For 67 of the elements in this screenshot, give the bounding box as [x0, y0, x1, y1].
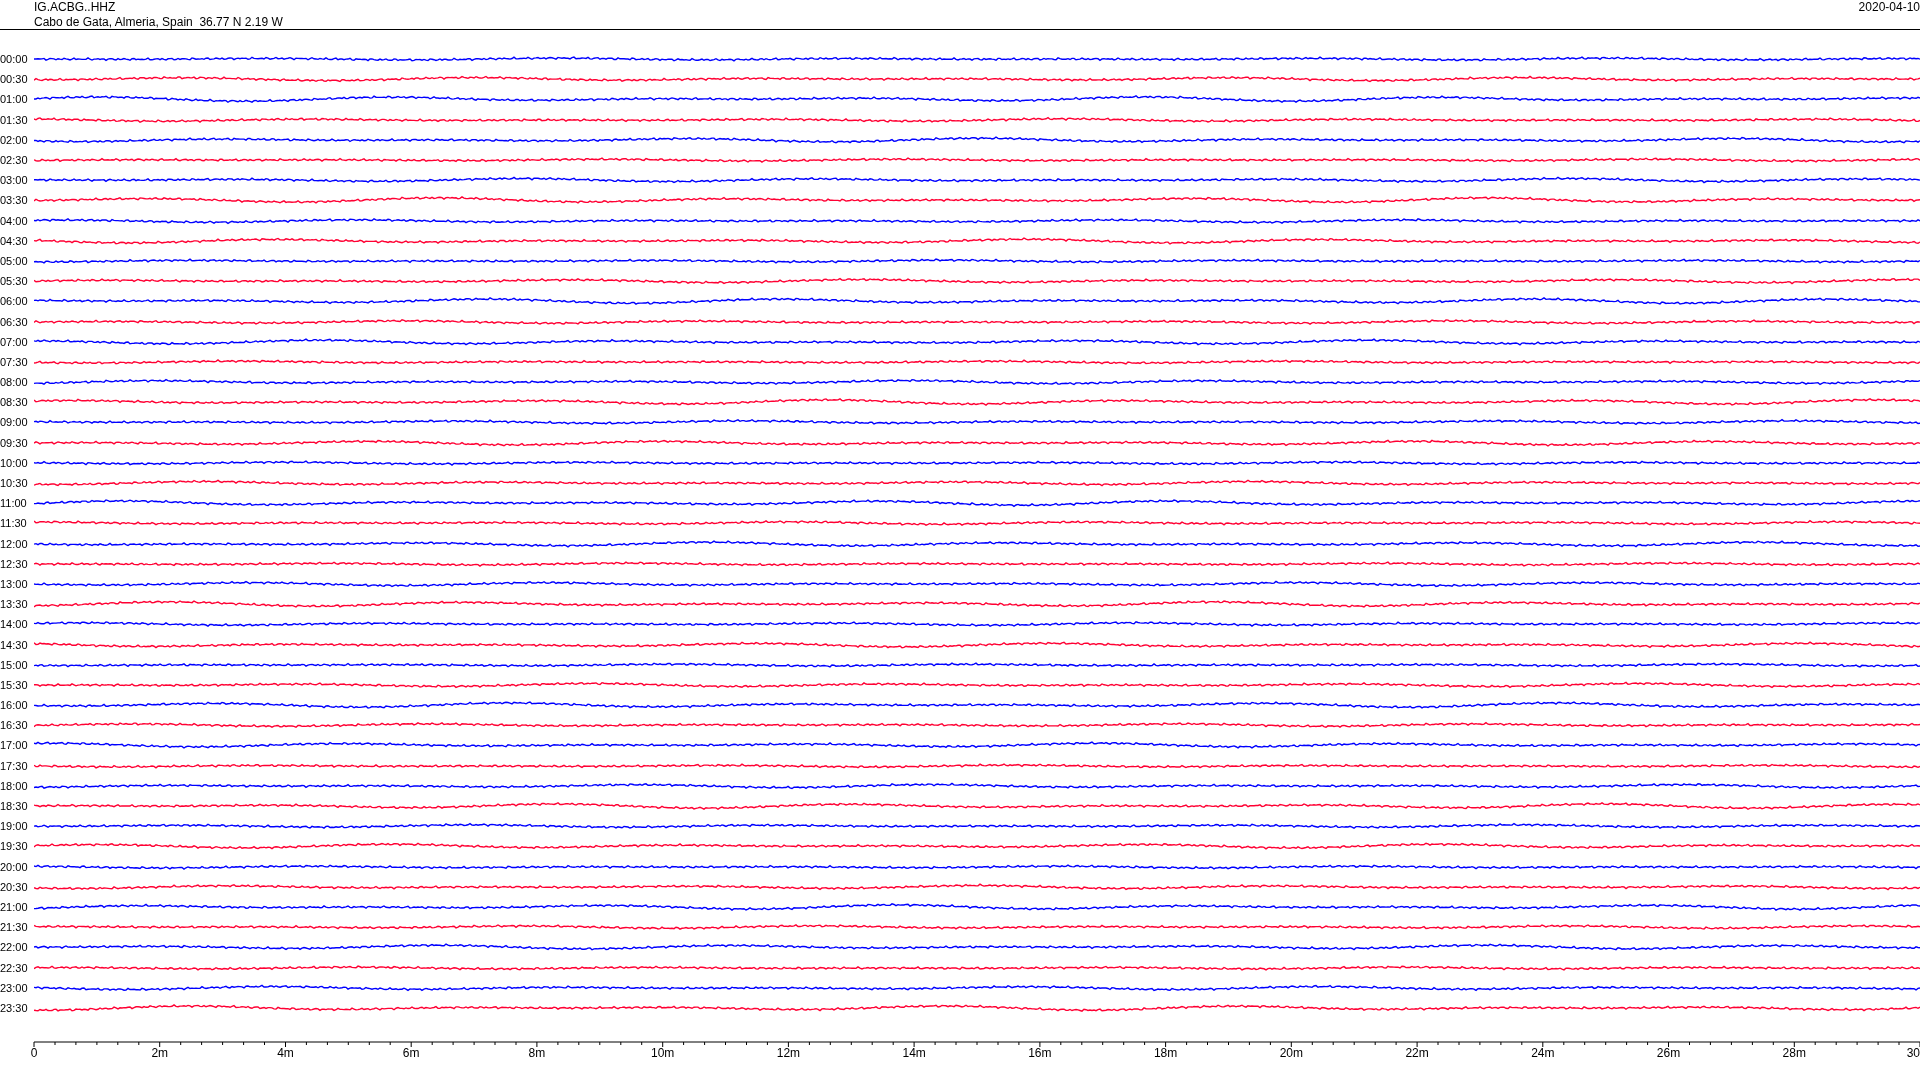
time-label: 00:30: [0, 73, 29, 86]
axis-label: 14m: [902, 1046, 926, 1060]
time-label: 03:30: [0, 194, 29, 207]
time-label: 14:00: [0, 618, 29, 631]
time-label: 08:00: [0, 376, 29, 389]
time-label: 11:00: [0, 497, 28, 510]
time-label: 22:30: [0, 961, 29, 974]
time-label: 10:30: [0, 477, 29, 490]
time-label: 03:00: [0, 174, 29, 187]
axis-label: 22m: [1405, 1046, 1429, 1060]
station-code: IG.ACBG..HHZ: [34, 0, 117, 15]
time-label: 21:00: [0, 900, 29, 913]
time-label: 18:30: [0, 800, 29, 813]
time-label: 15:00: [0, 658, 29, 671]
time-label: 17:00: [0, 739, 29, 752]
axis-label: 20m: [1279, 1046, 1303, 1060]
time-label: 05:00: [0, 254, 29, 267]
axis-label: 6m: [402, 1046, 420, 1060]
time-label: 12:00: [0, 537, 29, 550]
time-label: 13:00: [0, 577, 29, 590]
time-label: 23:00: [0, 981, 29, 994]
time-label: 10:00: [0, 456, 29, 469]
time-label: 12:30: [0, 557, 29, 570]
time-label: 09:00: [0, 416, 29, 429]
axis-label: 2m: [151, 1046, 169, 1060]
axis-label: 10m: [651, 1046, 675, 1060]
time-label: 02:30: [0, 154, 29, 167]
axis-label: 4m: [277, 1046, 294, 1060]
time-label: 01:00: [0, 93, 29, 106]
time-label: 15:30: [0, 678, 29, 691]
time-label: 09:30: [0, 436, 29, 449]
axis-label: 18m: [1153, 1046, 1178, 1060]
time-label: 13:30: [0, 598, 29, 611]
time-label: 20:30: [0, 880, 29, 893]
axis-label: 16m: [1028, 1046, 1052, 1060]
time-label: 07:00: [0, 335, 29, 348]
axis-label: 0: [30, 1046, 38, 1060]
station-location: Cabo de Gata, Almeria, Spain 36.77 N 2.19 W: [34, 15, 283, 30]
time-label: 19:30: [0, 840, 29, 853]
time-label: 18:00: [0, 779, 29, 792]
time-label: 00:00: [0, 53, 29, 66]
time-label: 02:00: [0, 133, 29, 146]
time-label: 22:00: [0, 941, 29, 954]
time-label: 16:00: [0, 699, 29, 712]
time-label: 21:30: [0, 921, 29, 934]
time-label: 04:30: [0, 234, 29, 247]
time-label: 16:30: [0, 719, 29, 732]
axis-label: 26m: [1656, 1046, 1681, 1060]
date-label: 2020-04-10: [1858, 0, 1920, 15]
time-label: 19:00: [0, 820, 29, 833]
time-label: 01:30: [0, 113, 29, 126]
axis-label: 28m: [1782, 1046, 1806, 1060]
time-label: 06:30: [0, 315, 29, 328]
axis-label: 24m: [1531, 1046, 1555, 1060]
time-label: 07:30: [0, 355, 29, 368]
time-label: 06:00: [0, 295, 29, 308]
axis-label: 8m: [528, 1046, 546, 1060]
time-label: 11:30: [0, 517, 28, 530]
time-label: 04:00: [0, 214, 29, 227]
time-label: 08:30: [0, 396, 29, 409]
axis-label: 30: [1906, 1046, 1920, 1060]
time-label: 23:30: [0, 1001, 29, 1014]
time-label: 20:00: [0, 860, 29, 873]
time-label: 05:30: [0, 275, 29, 288]
time-label: 17:30: [0, 759, 29, 772]
axis-label: 12m: [776, 1046, 801, 1060]
time-label: 14:30: [0, 638, 29, 651]
